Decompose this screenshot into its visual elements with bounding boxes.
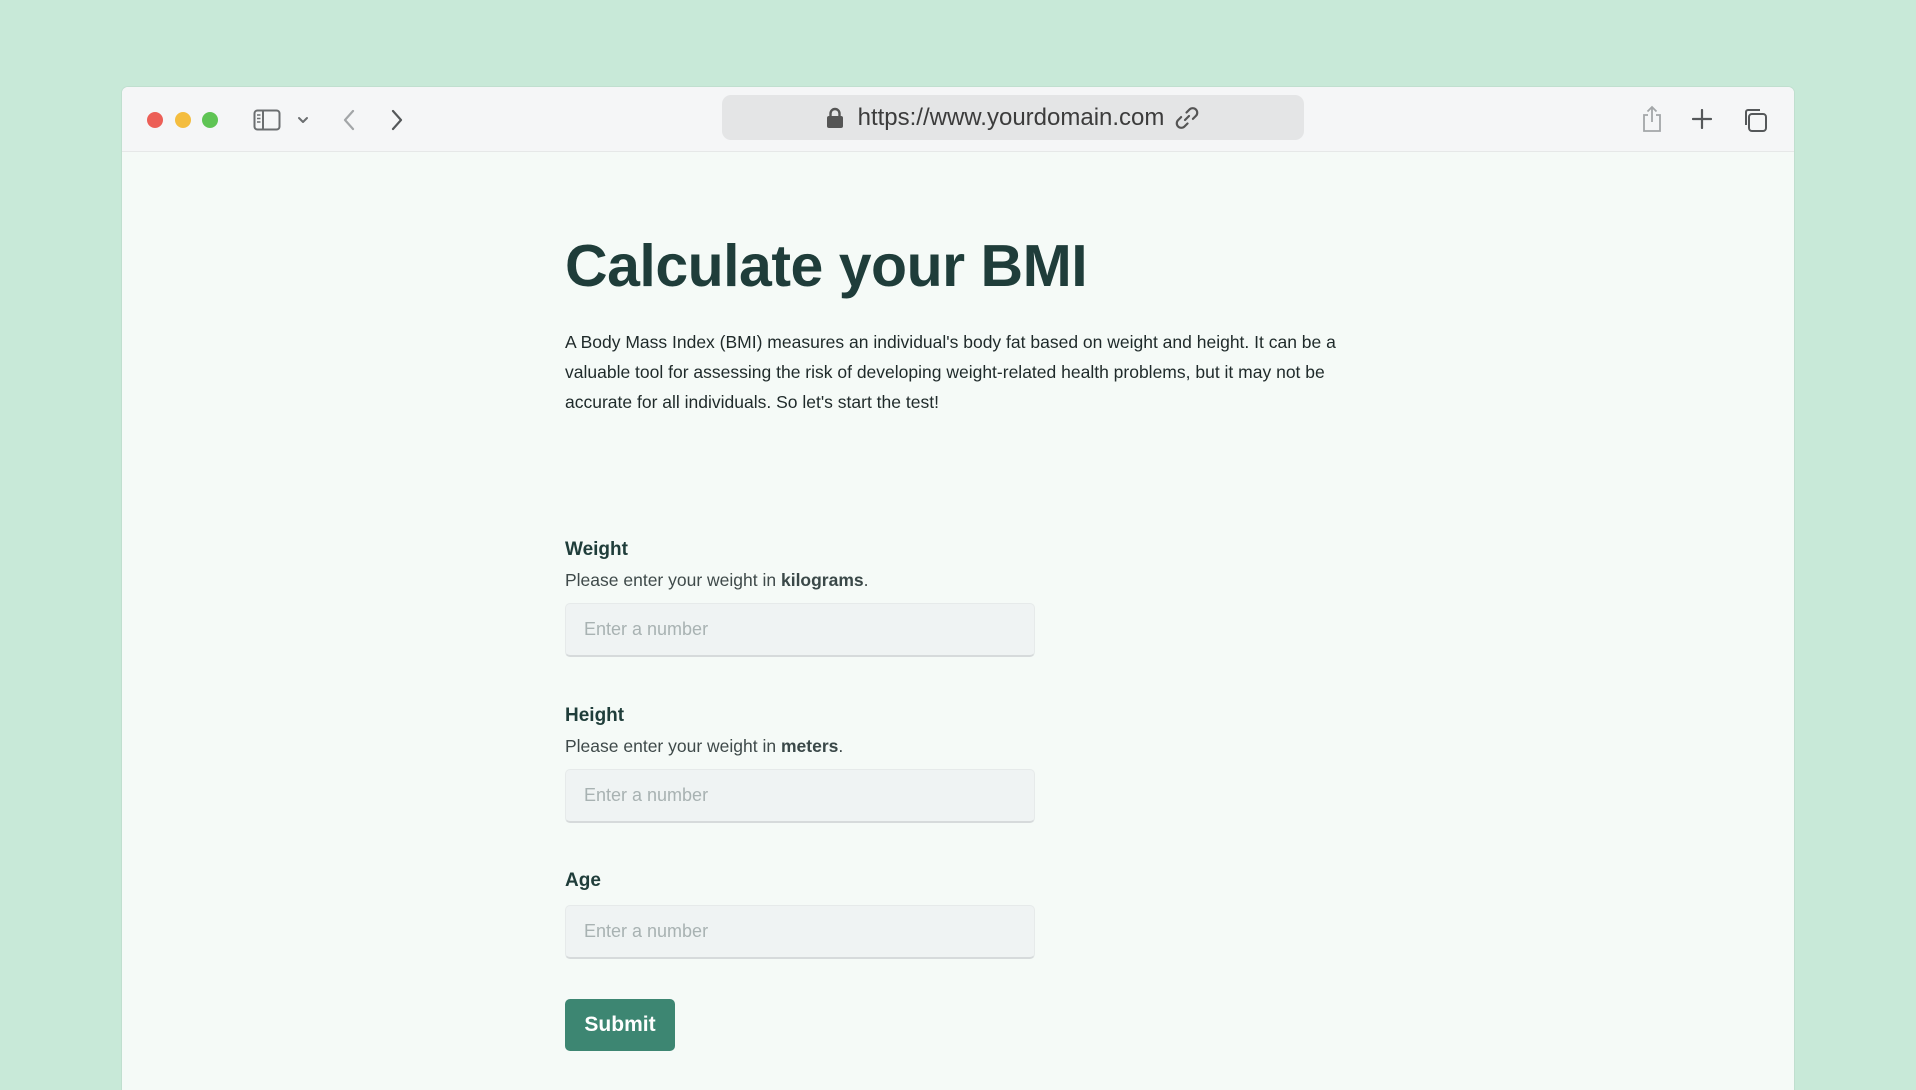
weight-field-group: Weight Please enter your weight in kilog…: [565, 539, 1035, 657]
age-input[interactable]: [565, 905, 1035, 959]
chevron-down-icon[interactable]: [296, 113, 310, 127]
zoom-window-button[interactable]: [202, 112, 218, 128]
height-input[interactable]: [565, 769, 1035, 823]
lock-icon: [826, 107, 844, 129]
back-arrow-icon[interactable]: [340, 108, 358, 132]
page-title: Calculate your BMI: [565, 233, 1088, 299]
minimize-window-button[interactable]: [175, 112, 191, 128]
url-text: https://www.yourdomain.com: [857, 103, 1165, 131]
age-field-group: Age: [565, 870, 1035, 959]
bmi-form-section: Calculate your BMI A Body Mass Index (BM…: [565, 233, 1365, 1051]
link-icon[interactable]: [1174, 105, 1200, 131]
height-help-text: Please enter your weight in meters.: [565, 735, 1035, 757]
new-tab-icon[interactable]: [1691, 108, 1713, 130]
browser-toolbar: https://www.yourdomain.com: [122, 87, 1794, 152]
age-label: Age: [565, 870, 601, 891]
height-field-group: Height Please enter your weight in meter…: [565, 705, 1035, 823]
weight-input[interactable]: [565, 603, 1035, 657]
sidebar-icon[interactable]: [253, 107, 281, 133]
weight-help-unit: kilograms: [780, 570, 864, 590]
weight-help-suffix: .: [863, 570, 869, 590]
address-bar[interactable]: https://www.yourdomain.com: [722, 95, 1304, 140]
intro-text: A Body Mass Index (BMI) measures an indi…: [565, 332, 1336, 412]
close-window-button[interactable]: [147, 112, 163, 128]
forward-arrow-icon[interactable]: [388, 108, 406, 132]
height-help-prefix: Please enter your weight in: [565, 736, 781, 756]
weight-help-prefix: Please enter your weight in: [565, 570, 781, 590]
height-label: Height: [565, 705, 625, 726]
weight-label: Weight: [565, 539, 628, 560]
weight-help-text: Please enter your weight in kilograms.: [565, 569, 1035, 591]
browser-window: https://www.yourdomain.com Calculate you…: [122, 87, 1794, 1090]
submit-button[interactable]: Submit: [565, 999, 675, 1051]
share-icon[interactable]: [1640, 105, 1664, 133]
height-help-unit: meters: [780, 736, 839, 756]
tabs-overview-icon[interactable]: [1742, 107, 1768, 133]
height-help-suffix: .: [838, 736, 844, 756]
